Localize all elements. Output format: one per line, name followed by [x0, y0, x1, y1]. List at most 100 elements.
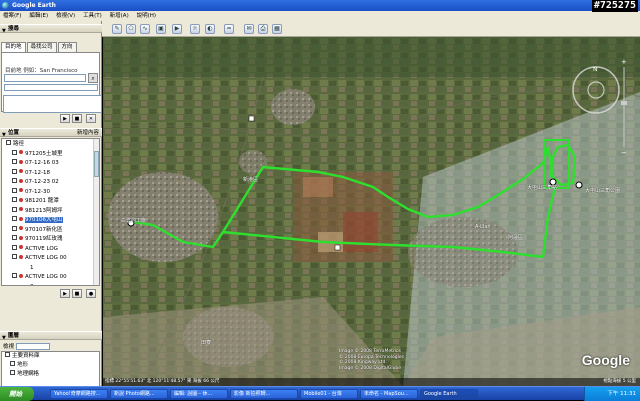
stop-icon[interactable]: ■	[72, 114, 82, 123]
menu-file[interactable]: 檔案(F)	[0, 11, 24, 21]
places-scrollbar[interactable]	[93, 139, 99, 285]
map-label: 阿蓮區	[508, 235, 524, 241]
maps-icon[interactable]: ▦	[272, 24, 282, 34]
print-icon[interactable]: ⎙	[258, 24, 268, 34]
ruler-icon[interactable]: ═	[224, 24, 234, 34]
places-folder[interactable]: 路徑	[6, 140, 24, 150]
checkbox-icon[interactable]	[12, 197, 17, 202]
checkbox-icon[interactable]	[12, 206, 17, 212]
start-button[interactable]: 開始	[0, 387, 34, 401]
tour-icon[interactable]: ▶	[172, 24, 182, 34]
places-item[interactable]: 1	[30, 264, 34, 274]
checkbox-icon[interactable]	[12, 149, 17, 155]
places-item[interactable]: ACTIVE LOG 00	[12, 273, 67, 283]
map-label[interactable]: 大屯山三角公園	[585, 187, 620, 194]
menu-tools[interactable]: 工具(T)	[80, 11, 105, 21]
map-view[interactable]: N + − 大屯山三角點 大屯山三角公園 白雲的工廠 A-Lian 新港區 阿蓮…	[103, 37, 640, 386]
imagery-copyright: Image © 2008 TerraMetrics © 2008 Europa …	[339, 349, 404, 371]
places-item[interactable]: 07-12-23 02	[12, 178, 59, 188]
menu-add[interactable]: 新增(A)	[107, 11, 132, 21]
layers-view-select[interactable]	[15, 343, 50, 350]
clear-icon[interactable]: ✕	[86, 114, 96, 123]
places-item[interactable]: 970106大屯山	[12, 216, 63, 226]
path-icon[interactable]: ∿	[140, 24, 150, 34]
path-icon	[19, 226, 23, 230]
placemark-icon[interactable]: ✎	[112, 24, 122, 34]
taskbar-item[interactable]: Mobile01 - 台灣	[300, 389, 358, 399]
path-icon	[19, 245, 23, 249]
checkbox-icon[interactable]	[12, 254, 17, 259]
checkbox-icon[interactable]	[12, 244, 17, 250]
checkbox-icon[interactable]	[12, 235, 17, 240]
clock[interactable]: 下午 11:31	[607, 391, 636, 397]
taskbar-item[interactable]: Yahoo!奇摩網路搜...	[50, 389, 108, 399]
menu-edit[interactable]: 編輯(E)	[26, 11, 51, 21]
places-item-label: 970107新化區	[25, 226, 63, 233]
search-results	[3, 95, 102, 113]
places-item[interactable]: 970119紅玫瑰	[12, 235, 63, 245]
checkbox-icon[interactable]	[12, 273, 17, 278]
tab-fly-to[interactable]: 目的地	[1, 42, 26, 52]
checkbox-icon[interactable]	[12, 159, 17, 164]
planet-icon[interactable]: ◐	[205, 24, 215, 34]
taskbar-item[interactable]: 未命名 - MapSou...	[360, 389, 418, 399]
search-go-icon[interactable]: ⌕	[88, 73, 98, 83]
taskbar-item[interactable]: 影像 新拍照轉...	[230, 389, 298, 399]
search-input[interactable]	[4, 74, 86, 82]
checkbox-icon[interactable]	[12, 168, 17, 174]
window-title: Google Earth	[12, 2, 56, 9]
waypoint-marker[interactable]	[575, 181, 583, 189]
checkbox-icon[interactable]	[6, 140, 11, 145]
email-icon[interactable]: ✉	[244, 24, 254, 34]
map-label[interactable]: 大屯山三角點	[527, 184, 557, 191]
search-panel-header[interactable]: ▼ 搜尋	[0, 24, 102, 34]
places-item[interactable]: 981201 龍潭	[12, 197, 59, 207]
places-item[interactable]: 971205土城里	[12, 149, 63, 160]
layer-item[interactable]: 地理網格	[10, 370, 39, 380]
places-panel-header[interactable]: ▼ 位置 新增內容	[0, 128, 102, 138]
places-item[interactable]: 2	[30, 283, 34, 286]
tab-find-business[interactable]: 尋找公司	[26, 42, 57, 52]
title-bar: Google Earth	[0, 0, 640, 11]
menu-view[interactable]: 檢視(V)	[53, 11, 78, 21]
record-icon[interactable]: ●	[86, 289, 96, 298]
play-tour-icon[interactable]: ▶	[60, 289, 70, 298]
add-content-link[interactable]: 新增內容	[77, 129, 99, 138]
checkbox-icon[interactable]	[12, 225, 17, 231]
layers-panel-header[interactable]: ▼ 圖層	[0, 331, 102, 341]
checkbox-icon[interactable]	[12, 216, 17, 221]
taskbar-item[interactable]: 新說 Photo網路...	[110, 389, 168, 399]
search-hint: 目前地 例如：San Francisco	[5, 68, 78, 74]
path-icon	[19, 197, 23, 202]
taskbar-item-active[interactable]: Google Earth	[420, 389, 478, 399]
svg-text:N: N	[593, 66, 598, 73]
checkbox-icon[interactable]	[12, 178, 17, 183]
places-item-label: 970106大屯山	[25, 217, 63, 223]
places-item[interactable]: ACTIVE LOG	[12, 244, 58, 255]
places-item-label: ACTIVE LOG 00	[25, 255, 67, 261]
places-item-label: 07-12-23 02	[25, 179, 59, 185]
places-item[interactable]: 970107新化區	[12, 225, 63, 236]
google-logo: Google	[581, 352, 630, 368]
google-earth-window: Google Earth #725275 檔案(F) 編輯(E) 檢視(V) 工…	[0, 0, 640, 401]
pause-icon[interactable]: ■	[72, 289, 82, 298]
places-item[interactable]: 07-12-16 03	[12, 159, 59, 169]
play-icon[interactable]: ▶	[60, 114, 70, 123]
tab-directions[interactable]: 方向	[57, 42, 77, 52]
search-history[interactable]	[4, 84, 98, 91]
eye-altitude: 視點海拔 5 公里	[603, 379, 636, 384]
polygon-icon[interactable]: ⬠	[126, 24, 136, 34]
sun-icon[interactable]: ☼	[190, 24, 200, 34]
map-label[interactable]: 白雲的工廠	[121, 217, 146, 224]
menu-help[interactable]: 說明(H)	[134, 11, 159, 21]
layers-tree: 主要資料庫 地形 地理網格	[1, 351, 100, 387]
places-item[interactable]: 07-12-30	[12, 187, 50, 198]
overlay-icon[interactable]: ▣	[156, 24, 166, 34]
places-item[interactable]: ACTIVE LOG 00	[12, 254, 67, 264]
taskbar-item[interactable]: 編輯: 說圖-- 休...	[170, 389, 228, 399]
places-item[interactable]: 981213阿姆坪	[12, 206, 63, 217]
checkbox-icon[interactable]	[12, 187, 17, 193]
path-icon	[19, 235, 23, 240]
places-item[interactable]: 07-12-18	[12, 168, 50, 179]
places-item-label: ACTIVE LOG	[25, 245, 58, 252]
